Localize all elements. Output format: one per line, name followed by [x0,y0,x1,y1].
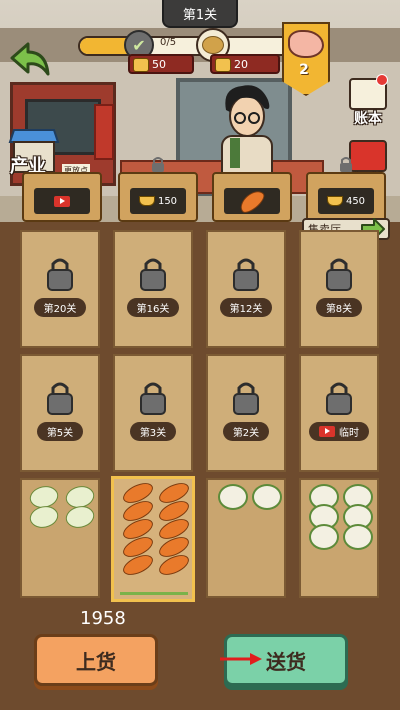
stall-4[interactable]: 450 [306,157,386,222]
ingot-icon [215,58,231,72]
locked-shelf-slot[interactable]: 第16关 [113,230,193,348]
stock-count: 1958 [80,608,126,629]
cauliflower-shelf-small[interactable] [206,478,286,598]
meat-icon [288,30,324,58]
cauliflower-icon [218,484,248,510]
cabbage-shelf[interactable] [20,478,100,598]
lock-icon [326,382,352,415]
cabbage-icon [26,500,62,534]
stall-3[interactable] [212,172,292,222]
unlock-level-label: 第16关 [126,298,180,317]
locked-shelf-slot[interactable]: 第5关 [20,354,100,472]
stall-price: 450 [345,195,366,207]
temporary-label: 临时 [309,422,369,441]
coin-reward-value: 50 [152,57,166,71]
lock-icon [47,382,73,415]
stall-slot [34,188,90,214]
locked-shelf-slot[interactable]: 第20关 [20,230,100,348]
gift-icon [349,140,387,172]
unlock-level-label: 第2关 [222,422,270,441]
stall-slot [224,186,280,216]
red-couplet [94,104,114,160]
stall-slot: 150 [130,188,186,214]
coin-icon [133,58,149,72]
red-pointer-arrow-icon [220,653,262,665]
restock-button[interactable]: 上货 [34,634,158,686]
shelf-progress-line [120,592,188,595]
level-progress-bar [78,36,292,56]
lock-icon [152,157,164,172]
temporary-shelf-slot[interactable]: 临时 [299,354,379,472]
locked-shelf-slot[interactable]: 第8关 [299,230,379,348]
stall-slot: 450 [318,188,374,214]
cauliflower-icon [309,524,339,550]
unlock-level-label: 第3关 [129,422,177,441]
lock-icon [233,258,259,291]
unlock-level-label: 第20关 [33,298,87,317]
carrot-shelf-selected[interactable] [111,476,195,602]
ingot-icon [138,196,155,206]
video-icon [319,426,335,437]
ingot-reward: 20 [210,54,280,74]
locked-shelf-slot[interactable]: 第2关 [206,354,286,472]
lock-icon [47,258,73,291]
carrot-icon [236,186,268,216]
stall-price: 150 [157,195,178,207]
progress-text: 0/5 [160,37,177,48]
cauliflower-icon [343,524,373,550]
lock-icon [340,157,352,172]
unlock-level-label: 第12关 [219,298,273,317]
unlock-level-label: 第5关 [36,422,84,441]
cauliflower-icon [252,484,282,510]
stall-1[interactable] [22,172,102,222]
unlock-level-label: 第8关 [315,298,363,317]
locked-shelf-slot[interactable]: 第3关 [113,354,193,472]
cabbage-icon [62,500,98,534]
level-title: 第1关 [162,0,238,28]
stall-2[interactable]: 150 [118,157,198,222]
cauliflower-shelf[interactable] [299,478,379,598]
temporary-text: 临时 [339,428,359,439]
back-arrow-icon[interactable] [8,40,52,80]
notification-dot [376,74,388,86]
ingot-icon [326,196,343,206]
lock-icon [233,382,259,415]
locked-shelf-slot[interactable]: 第12关 [206,230,286,348]
video-icon [54,195,70,207]
lock-icon [140,382,166,415]
ingot-reward-value: 20 [234,57,248,71]
meat-count: 2 [299,62,309,78]
coin-reward: 50 [128,54,194,74]
ledger-label: 账本 [354,111,382,127]
lock-icon [140,258,166,291]
lock-icon [326,258,352,291]
ledger-button[interactable]: 账本 [344,74,392,128]
